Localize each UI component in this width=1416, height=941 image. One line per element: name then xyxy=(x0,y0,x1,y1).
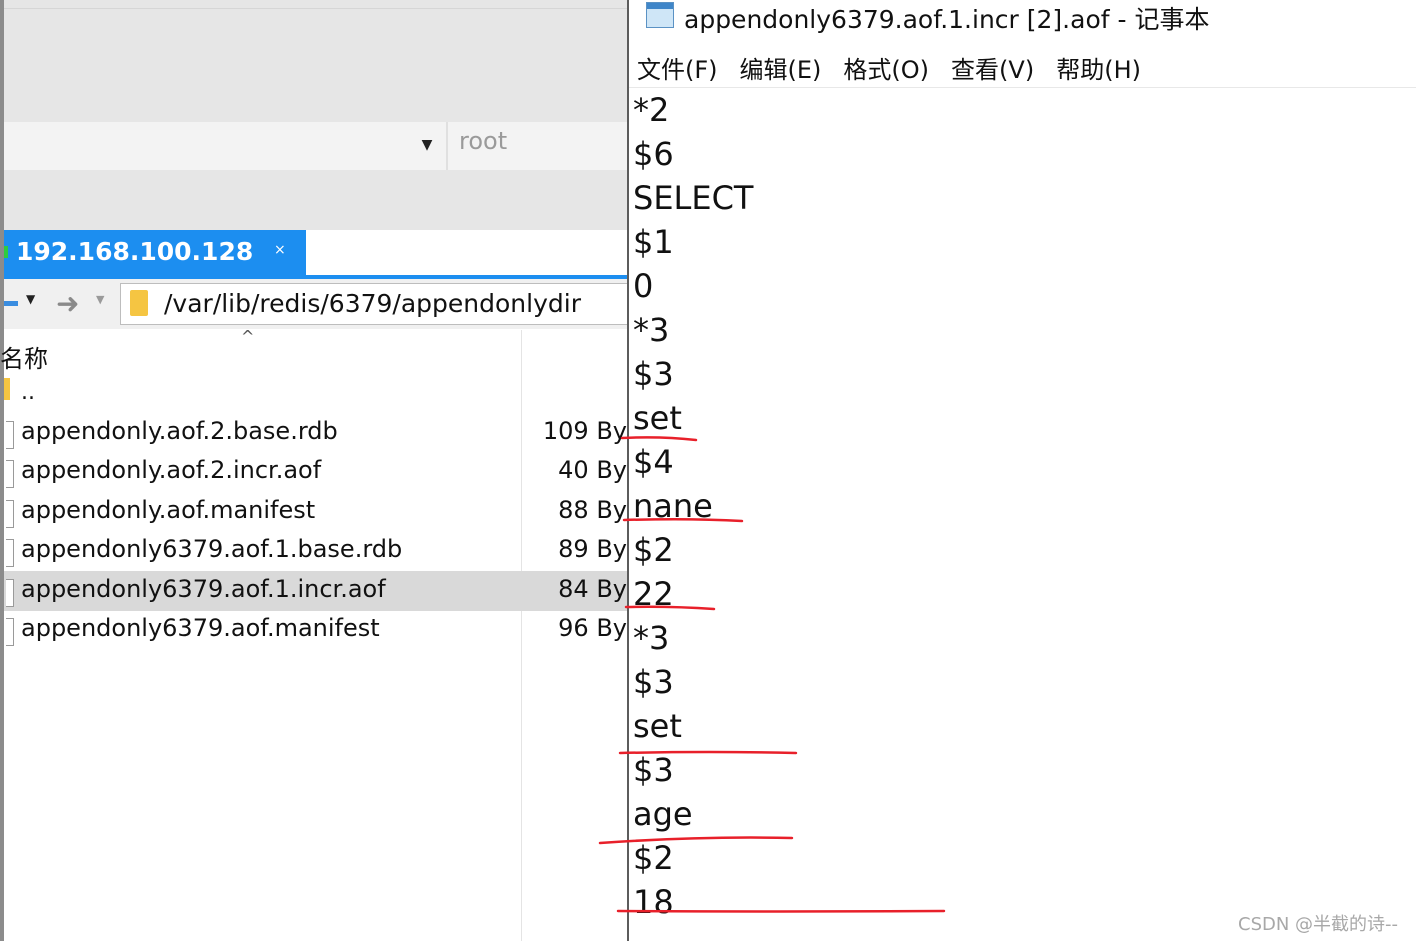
text-line: SELECT xyxy=(633,179,754,217)
text-line: nane xyxy=(633,487,713,525)
file-manager-window: ▼ root 192.168.100.128 × ▼ ➜ ▼ /var/lib/… xyxy=(0,0,627,941)
notepad-icon xyxy=(646,2,674,28)
chevron-down-icon[interactable]: ▼ xyxy=(416,130,438,160)
file-icon xyxy=(6,421,14,449)
file-icon xyxy=(6,579,14,607)
column-header-name[interactable]: 名称 xyxy=(0,339,48,374)
close-icon[interactable]: × xyxy=(274,242,286,258)
tab-bar-background xyxy=(4,170,627,230)
top-band xyxy=(4,0,627,122)
text-line: set xyxy=(633,707,682,745)
text-line: 18 xyxy=(633,883,674,921)
text-line: set xyxy=(633,399,682,437)
parent-folder-icon xyxy=(4,378,10,400)
menu-file[interactable]: 文件(F) xyxy=(637,50,718,84)
text-line: age xyxy=(633,795,693,833)
text-line: $3 xyxy=(633,663,674,701)
tab-label: 192.168.100.128 xyxy=(16,237,254,266)
menu-view[interactable]: 查看(V) xyxy=(951,50,1034,84)
text-line: *2 xyxy=(633,91,670,129)
file-size: 88 By xyxy=(558,496,627,524)
file-icon xyxy=(6,618,14,646)
file-size: 40 By xyxy=(558,456,627,484)
menu-help[interactable]: 帮助(H) xyxy=(1056,50,1141,84)
folder-icon xyxy=(130,290,148,316)
watermark: CSDN @半截的诗-- xyxy=(1238,914,1399,935)
file-icon xyxy=(6,539,14,567)
connection-status-icon xyxy=(4,246,8,258)
address-path[interactable]: /var/lib/redis/6379/appendonlydir xyxy=(164,289,581,318)
connection-bar xyxy=(4,122,627,170)
file-size: 84 By xyxy=(558,575,627,603)
text-line: $2 xyxy=(633,531,674,569)
text-line: 0 xyxy=(633,267,654,305)
sort-ascending-icon: ^ xyxy=(241,327,255,346)
forward-arrow-icon[interactable]: ➜ xyxy=(56,287,79,320)
text-line: $4 xyxy=(633,443,674,481)
file-name: appendonly6379.aof.manifest xyxy=(21,614,380,642)
menu-divider xyxy=(629,87,1416,88)
text-line: $6 xyxy=(633,135,674,173)
window-title: appendonly6379.aof.1.incr [2].aof - 记事本 xyxy=(684,5,1210,34)
menu-format[interactable]: 格式(O) xyxy=(843,50,929,84)
file-name: appendonly.aof.2.incr.aof xyxy=(21,456,322,484)
back-history-chevron-icon[interactable]: ▼ xyxy=(26,292,35,306)
file-row-selected[interactable]: appendonly6379.aof.1.incr.aof 84 By xyxy=(4,571,627,611)
file-row[interactable]: appendonly6379.aof.manifest 96 By xyxy=(4,610,627,650)
file-name: appendonly.aof.manifest xyxy=(21,496,316,524)
parent-directory-entry[interactable]: .. xyxy=(21,380,35,405)
file-row[interactable]: appendonly.aof.manifest 88 By xyxy=(4,492,627,532)
file-row[interactable]: appendonly.aof.2.incr.aof 40 By xyxy=(4,452,627,492)
text-line: $1 xyxy=(633,223,674,261)
file-name: appendonly.aof.2.base.rdb xyxy=(21,417,338,445)
file-icon xyxy=(6,500,14,528)
forward-history-chevron-icon[interactable]: ▼ xyxy=(96,293,104,306)
user-field[interactable]: root xyxy=(459,127,507,155)
file-row[interactable]: appendonly6379.aof.1.base.rdb 89 By xyxy=(4,531,627,571)
separator xyxy=(446,122,448,170)
text-line: $3 xyxy=(633,355,674,393)
back-arrow-icon[interactable] xyxy=(4,301,18,306)
text-line: $2 xyxy=(633,839,674,877)
text-line: $3 xyxy=(633,751,674,789)
file-name: appendonly6379.aof.1.incr.aof xyxy=(21,575,386,603)
file-icon xyxy=(6,460,14,488)
file-row[interactable]: appendonly.aof.2.base.rdb 109 By xyxy=(4,413,627,453)
menu-bar: 文件(F) 编辑(E) 格式(O) 查看(V) 帮助(H) xyxy=(637,50,1141,84)
file-size: 109 By xyxy=(542,417,627,445)
text-line: *3 xyxy=(633,619,670,657)
file-name: appendonly6379.aof.1.base.rdb xyxy=(21,535,403,563)
text-line: *3 xyxy=(633,311,670,349)
file-size: 89 By xyxy=(558,535,627,563)
file-size: 96 By xyxy=(558,614,627,642)
text-line: 22 xyxy=(633,575,674,613)
notepad-window xyxy=(627,0,1416,941)
menu-edit[interactable]: 编辑(E) xyxy=(740,50,822,84)
